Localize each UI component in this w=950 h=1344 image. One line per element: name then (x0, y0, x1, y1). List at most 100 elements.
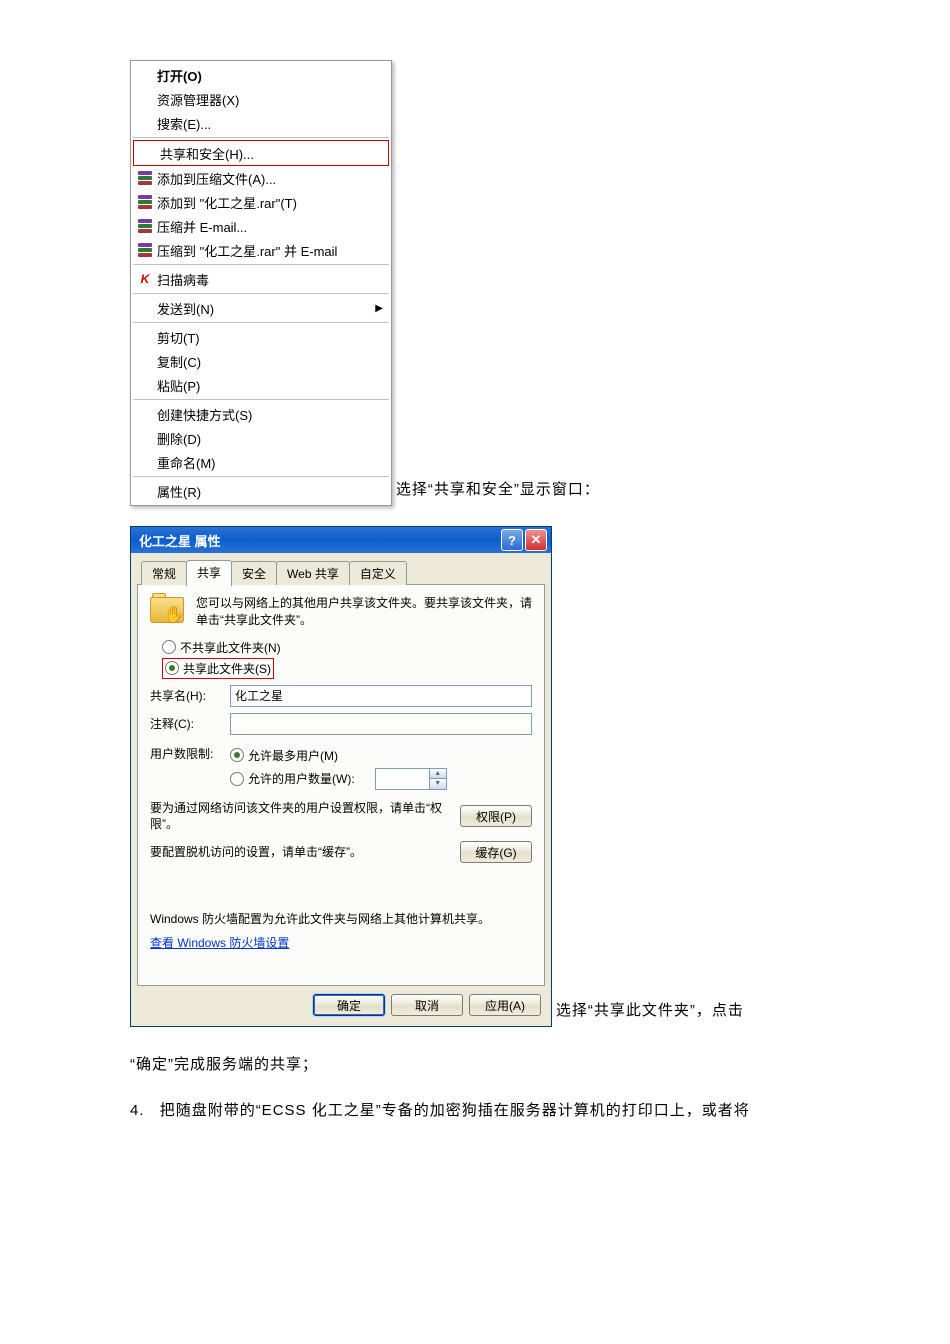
menu-divider (133, 476, 389, 477)
share-name-label: 共享名(H): (150, 687, 230, 704)
share-name-input[interactable] (230, 685, 532, 707)
menu-label: 复制(C) (157, 352, 201, 371)
step-4: 4. 把随盘附带的“ECSS 化工之星”专备的加密狗插在服务器计算机的打印口上，… (130, 1093, 820, 1129)
cache-text: 要配置脱机访问的设置，请单击“缓存”。 (150, 844, 460, 861)
radio-max-users[interactable]: 允许最多用户(M) (230, 747, 532, 764)
dialog-tabs: 常规 共享 安全 Web 共享 自定义 (137, 559, 545, 585)
radio-label: 共享此文件夹(S) (183, 660, 271, 677)
menu-copy[interactable]: 复制(C) (131, 349, 391, 373)
caption-after-menu: 选择“共享和安全”显示窗口： (396, 481, 600, 498)
menu-properties[interactable]: 属性(R) (131, 479, 391, 503)
kaspersky-icon: K (135, 271, 155, 287)
menu-share-security[interactable]: 共享和安全(H)... (134, 141, 388, 165)
close-button[interactable]: ✕ (525, 529, 547, 551)
menu-cut[interactable]: 剪切(T) (131, 325, 391, 349)
cache-button[interactable]: 缓存(G) (460, 841, 532, 863)
link-label: 查看 Windows 防火墙设置 (150, 936, 289, 950)
menu-divider (133, 264, 389, 265)
tab-label: 安全 (242, 567, 266, 581)
blank-icon (135, 483, 155, 499)
field-user-limit: 用户数限制: 允许最多用户(M) 允许的用户数量(W): (150, 745, 532, 792)
radio-label: 允许最多用户(M) (248, 747, 338, 764)
blank-icon (135, 91, 155, 107)
caption-after-dialog: 选择“共享此文件夹”，点击 (556, 1002, 744, 1019)
tab-general[interactable]: 常规 (141, 561, 187, 585)
menu-share-highlight: 共享和安全(H)... (133, 140, 389, 166)
archive-icon (135, 218, 155, 234)
menu-create-shortcut[interactable]: 创建快捷方式(S) (131, 402, 391, 426)
tab-share[interactable]: 共享 (186, 560, 232, 586)
help-button[interactable]: ? (501, 529, 523, 551)
field-share-name: 共享名(H): (150, 685, 532, 707)
tab-label: 共享 (197, 566, 221, 580)
menu-search[interactable]: 搜索(E)... (131, 111, 391, 135)
menu-label: 粘贴(P) (157, 376, 200, 395)
ok-button[interactable]: 确定 (313, 994, 385, 1016)
menu-compress-email[interactable]: 压缩并 E-mail... (131, 214, 391, 238)
button-label: 应用(A) (485, 999, 525, 1013)
radio-label: 不共享此文件夹(N) (180, 639, 281, 656)
tab-label: 自定义 (360, 567, 396, 581)
menu-open[interactable]: 打开(O) (131, 63, 391, 87)
context-menu: 打开(O) 资源管理器(X) 搜索(E)... 共享和安全(H)... 添加到压… (130, 60, 392, 506)
archive-icon (135, 170, 155, 186)
step-number: 4. (130, 1102, 145, 1119)
firewall-link[interactable]: 查看 Windows 防火墙设置 (150, 934, 532, 951)
menu-add-archive[interactable]: 添加到压缩文件(A)... (131, 166, 391, 190)
menu-rename[interactable]: 重命名(M) (131, 450, 391, 474)
archive-icon (135, 194, 155, 210)
tab-label: 常规 (152, 567, 176, 581)
dialog-body: 常规 共享 安全 Web 共享 自定义 ✋ 您可以与网络上的其他用户共享该文件夹… (131, 553, 551, 1026)
tab-custom[interactable]: 自定义 (349, 561, 407, 585)
menu-label: 发送到(N) (157, 299, 214, 318)
radio-icon (162, 640, 176, 654)
tab-security[interactable]: 安全 (231, 561, 277, 585)
dialog-title: 化工之星 属性 (139, 531, 499, 550)
menu-label: 添加到 "化工之星.rar"(T) (157, 193, 297, 212)
button-label: 确定 (337, 999, 361, 1013)
step-text: 把随盘附带的“ECSS 化工之星”专备的加密狗插在服务器计算机的打印口上，或者将 (160, 1102, 750, 1119)
menu-label: 打开(O) (157, 66, 202, 85)
radio-share-highlight[interactable]: 共享此文件夹(S) (162, 658, 274, 679)
menu-divider (133, 137, 389, 138)
dialog-titlebar[interactable]: 化工之星 属性 ? ✕ (131, 527, 551, 553)
menu-delete[interactable]: 删除(D) (131, 426, 391, 450)
button-label: 权限(P) (476, 810, 516, 824)
figure-context-menu-row: 打开(O) 资源管理器(X) 搜索(E)... 共享和安全(H)... 添加到压… (130, 60, 820, 506)
comment-input[interactable] (230, 713, 532, 735)
menu-label: 删除(D) (157, 429, 201, 448)
limit-label: 用户数限制: (150, 745, 230, 762)
field-comment: 注释(C): (150, 713, 532, 735)
spin-up-icon[interactable]: ▲ (430, 769, 446, 780)
menu-label: 共享和安全(H)... (160, 144, 254, 163)
tab-web-share[interactable]: Web 共享 (276, 561, 350, 585)
menu-paste[interactable]: 粘贴(P) (131, 373, 391, 397)
cache-section: 要配置脱机访问的设置，请单击“缓存”。 缓存(G) (150, 841, 532, 863)
apply-button[interactable]: 应用(A) (469, 994, 541, 1016)
spin-down-icon[interactable]: ▼ (430, 779, 446, 789)
blank-icon (135, 377, 155, 393)
cancel-button[interactable]: 取消 (391, 994, 463, 1016)
menu-label: 重命名(M) (157, 453, 216, 472)
menu-compress-rar-email[interactable]: 压缩到 "化工之星.rar" 并 E-mail (131, 238, 391, 262)
radio-no-share[interactable]: 不共享此文件夹(N) (162, 639, 532, 656)
spinner-buttons[interactable]: ▲ ▼ (429, 769, 446, 789)
figure-dialog-row: 化工之星 属性 ? ✕ 常规 共享 安全 Web 共享 自定义 (130, 526, 820, 1027)
menu-label: 搜索(E)... (157, 114, 211, 133)
permissions-button[interactable]: 权限(P) (460, 805, 532, 827)
blank-icon (135, 353, 155, 369)
menu-send-to[interactable]: 发送到(N) ▶ (131, 296, 391, 320)
blank-icon (135, 430, 155, 446)
menu-scan-virus[interactable]: K 扫描病毒 (131, 267, 391, 291)
menu-label: 扫描病毒 (157, 270, 209, 289)
user-count-spinner[interactable]: ▲ ▼ (375, 768, 447, 790)
tab-panel-share: ✋ 您可以与网络上的其他用户共享该文件夹。要共享该文件夹，请单击“共享此文件夹”… (137, 584, 545, 986)
menu-explorer[interactable]: 资源管理器(X) (131, 87, 391, 111)
menu-label: 剪切(T) (157, 328, 200, 347)
tab-label: Web 共享 (287, 567, 339, 581)
radio-allow-count[interactable]: 允许的用户数量(W): ▲ ▼ (230, 768, 532, 790)
dialog-button-row: 确定 取消 应用(A) (137, 986, 545, 1018)
menu-add-to-rar[interactable]: 添加到 "化工之星.rar"(T) (131, 190, 391, 214)
radio-icon (230, 748, 244, 762)
blank-icon (135, 67, 155, 83)
